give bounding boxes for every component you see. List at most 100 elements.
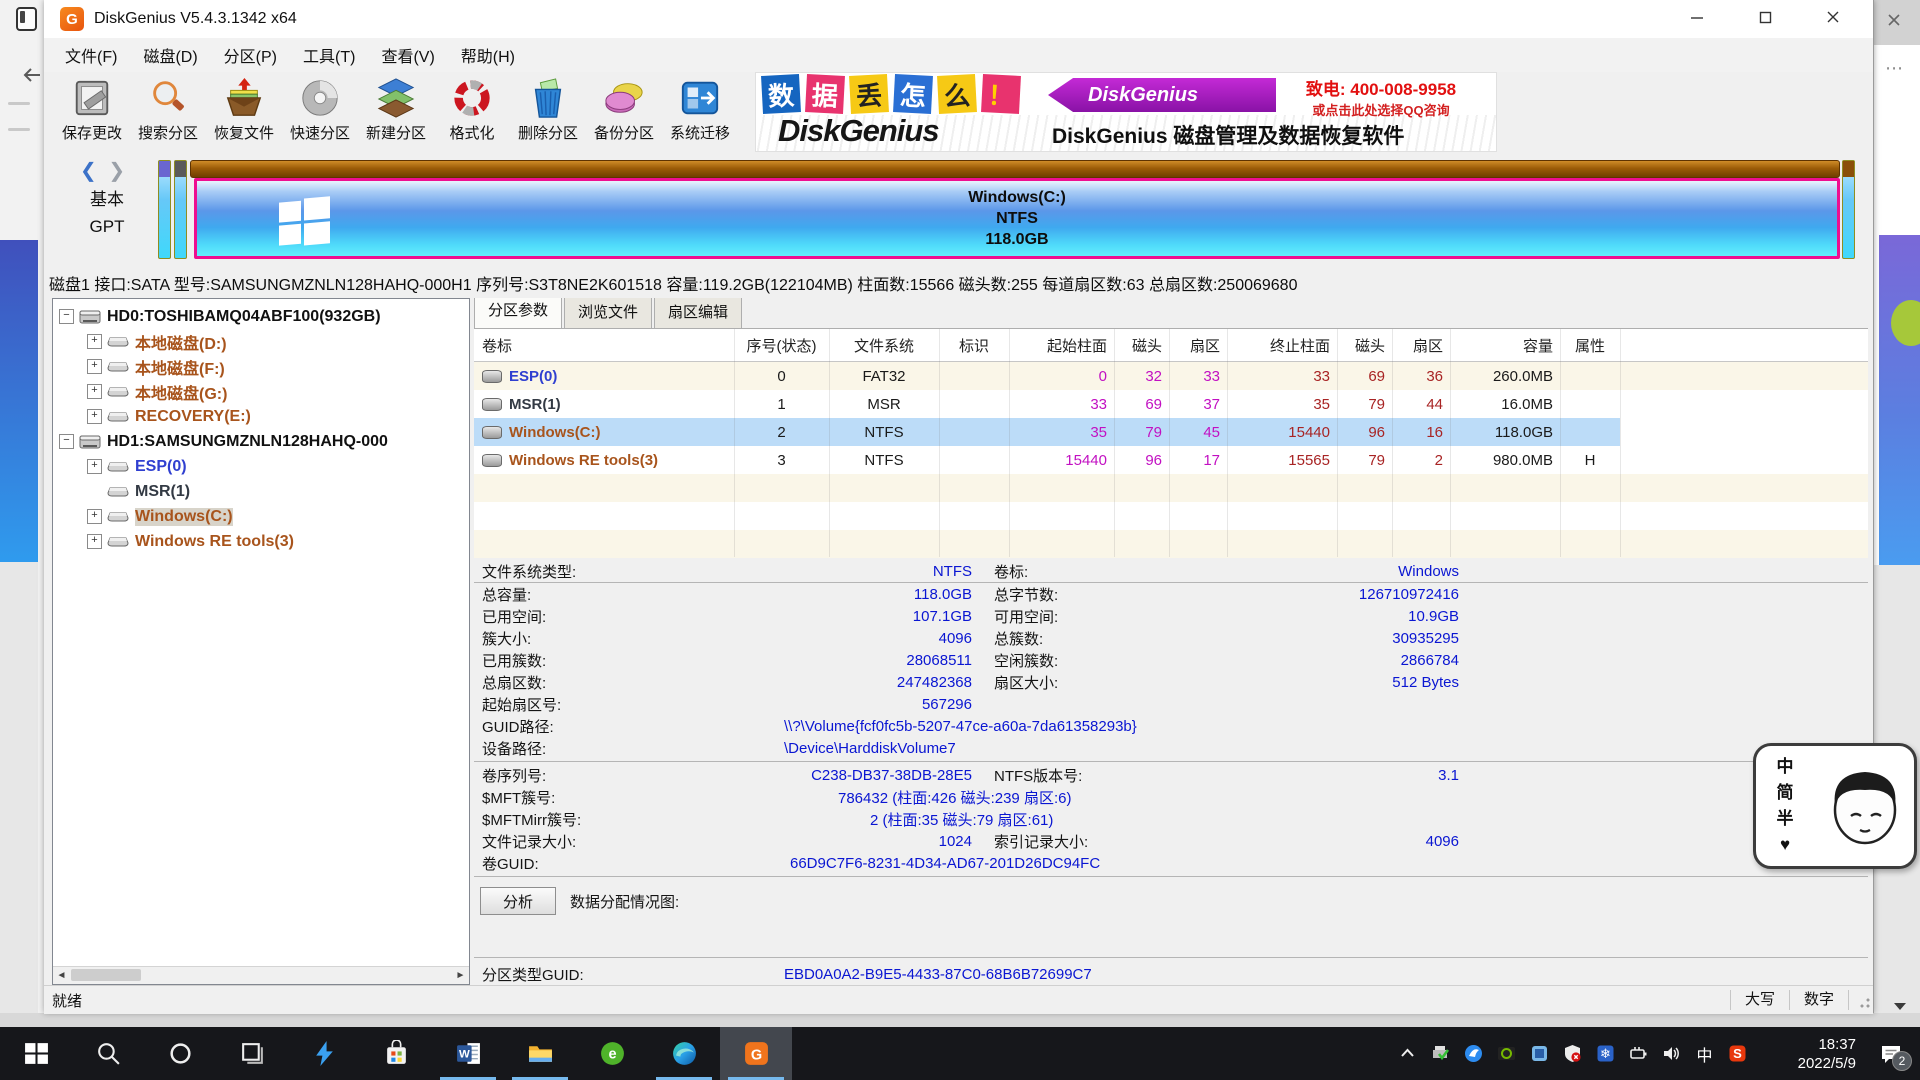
tree-item[interactable]: MSR(1) — [53, 479, 469, 504]
flash-app-button[interactable] — [288, 1027, 360, 1080]
column-header[interactable]: 文件系统 — [829, 335, 939, 356]
diskgenius-taskbar-button[interactable]: G — [720, 1027, 792, 1080]
recover-files-button[interactable]: 恢复文件 — [206, 75, 282, 149]
column-header[interactable]: 属性 — [1560, 335, 1620, 356]
tree-item[interactable]: 本地磁盘(G:) — [53, 379, 469, 404]
table-row[interactable]: Windows(C:) 2 NTFS 35 79 45 15440 96 16 … — [474, 418, 1868, 446]
ime-floating-widget[interactable]: 中简半♥ — [1753, 743, 1917, 869]
disk-bar[interactable] — [190, 160, 1840, 178]
expander-icon[interactable] — [87, 409, 102, 424]
table-row[interactable]: Windows RE tools(3) 3 NTFS 15440 96 17 1… — [474, 446, 1868, 474]
microsoft-store-button[interactable] — [360, 1027, 432, 1080]
maximize-button[interactable] — [1742, 0, 1788, 34]
minimize-button[interactable] — [1674, 0, 1720, 34]
column-header[interactable]: 容量 — [1450, 335, 1560, 356]
column-header[interactable]: 卷标 — [474, 335, 734, 356]
sogou-icon[interactable]: S — [1721, 1027, 1754, 1080]
expander-icon[interactable] — [87, 384, 102, 399]
tab[interactable]: 扇区编辑 — [654, 298, 742, 328]
chevron-down-icon[interactable] — [1894, 1003, 1906, 1010]
messenger-icon[interactable] — [1457, 1027, 1490, 1080]
tree-item[interactable]: Windows(C:) — [53, 504, 469, 529]
column-header[interactable]: 扇区 — [1169, 335, 1227, 356]
task-view-button[interactable] — [216, 1027, 288, 1080]
menu-item[interactable]: 磁盘(D) — [130, 39, 210, 71]
expander-icon[interactable] — [87, 359, 102, 374]
green-browser-button[interactable]: e — [576, 1027, 648, 1080]
tree-item[interactable]: HD0:TOSHIBAMQ04ABF100(932GB) — [53, 304, 469, 329]
scroll-right-icon[interactable]: ► — [452, 967, 469, 983]
new-partition-button[interactable]: 新建分区 — [358, 75, 434, 149]
quick-partition-button[interactable]: 快速分区 — [282, 75, 358, 149]
snowflake-icon[interactable]: ❄ — [1589, 1027, 1622, 1080]
search-partition-button[interactable]: 搜索分区 — [130, 75, 206, 149]
expander-icon[interactable] — [59, 434, 74, 449]
next-disk-icon[interactable]: ❯ — [108, 160, 125, 182]
expander-icon[interactable] — [87, 459, 102, 474]
action-center-button[interactable]: 2 — [1862, 1027, 1920, 1080]
column-header[interactable]: 序号(状态) — [734, 335, 829, 356]
table-row[interactable]: ESP(0) 0 FAT32 0 32 33 33 69 36 260.0MB — [474, 362, 1868, 390]
tab[interactable]: 分区参数 — [474, 298, 562, 328]
menu-item[interactable]: 帮助(H) — [448, 39, 528, 71]
format-button[interactable]: 格式化 — [434, 75, 510, 149]
start-button[interactable] — [0, 1027, 72, 1080]
taskbar-clock[interactable]: 18:37 2022/5/9 — [1760, 1035, 1856, 1073]
analyze-button[interactable]: 分析 — [480, 887, 556, 915]
tree-item[interactable]: HD1:SAMSUNGMZNLN128HAHQ-000 — [53, 429, 469, 454]
horizontal-scrollbar[interactable]: ◄ ► — [53, 966, 469, 984]
column-header[interactable]: 磁头 — [1114, 335, 1169, 356]
ad-banner[interactable]: DiskGenius DiskGenius 磁盘管理及数据恢复软件 数据丢怎么！… — [755, 72, 1497, 152]
column-header[interactable]: 磁头 — [1337, 335, 1392, 356]
column-header[interactable]: 起始柱面 — [1009, 335, 1114, 356]
tree-item[interactable]: 本地磁盘(D:) — [53, 329, 469, 354]
windows-partition-segment[interactable]: Windows(C:) NTFS 118.0GB — [194, 178, 1840, 259]
column-header[interactable]: 终止柱面 — [1227, 335, 1337, 356]
tray-chevron-up-icon[interactable] — [1391, 1027, 1424, 1080]
intel-graphics-icon[interactable] — [1523, 1027, 1556, 1080]
expander-icon[interactable] — [59, 309, 74, 324]
ad-qq-link[interactable]: 或点击此处选择QQ咨询 — [1270, 100, 1492, 119]
back-arrow-icon[interactable] — [22, 66, 42, 89]
scroll-left-icon[interactable]: ◄ — [53, 967, 70, 983]
browser-tab-icon[interactable] — [16, 7, 37, 31]
menu-item[interactable]: 查看(V) — [368, 39, 447, 71]
tree-item[interactable]: RECOVERY(E:) — [53, 404, 469, 429]
prev-disk-icon[interactable]: ❮ — [80, 160, 97, 182]
recovery-partition-segment[interactable] — [1842, 160, 1855, 259]
ime-indicator[interactable]: 中 — [1688, 1027, 1721, 1080]
taskbar-search-button[interactable] — [72, 1027, 144, 1080]
power-battery-icon[interactable] — [1622, 1027, 1655, 1080]
tree-item[interactable]: ESP(0) — [53, 454, 469, 479]
tree-item[interactable]: Windows RE tools(3) — [53, 529, 469, 554]
column-header[interactable]: 标识 — [939, 335, 1009, 356]
save-changes-button[interactable]: 保存更改 — [54, 75, 130, 149]
tab[interactable]: 浏览文件 — [564, 298, 652, 328]
close-button[interactable] — [1810, 0, 1856, 34]
expander-icon[interactable] — [87, 334, 102, 349]
menu-item[interactable]: 工具(T) — [290, 39, 368, 71]
word-button[interactable]: W — [432, 1027, 504, 1080]
background-close-icon[interactable] — [1887, 13, 1901, 27]
printer-icon[interactable] — [1424, 1027, 1457, 1080]
resize-grip[interactable] — [1848, 990, 1873, 1010]
tree-item[interactable]: 本地磁盘(F:) — [53, 354, 469, 379]
file-explorer-button[interactable] — [504, 1027, 576, 1080]
edge-button[interactable] — [648, 1027, 720, 1080]
esp-partition-segment[interactable] — [158, 160, 171, 259]
scrollbar-thumb[interactable] — [71, 969, 141, 981]
volume-icon[interactable] — [1655, 1027, 1688, 1080]
ellipsis-icon[interactable]: ⋯ — [1885, 58, 1903, 79]
table-row[interactable]: MSR(1) 1 MSR 33 69 37 35 79 44 16.0MB — [474, 390, 1868, 418]
expander-icon[interactable] — [87, 534, 102, 549]
menu-item[interactable]: 分区(P) — [211, 39, 290, 71]
cortana-button[interactable] — [144, 1027, 216, 1080]
delete-partition-button[interactable]: 删除分区 — [510, 75, 586, 149]
menu-item[interactable]: 文件(F) — [52, 39, 130, 71]
column-header[interactable]: 扇区 — [1392, 335, 1450, 356]
system-migration-button[interactable]: 系统迁移 — [662, 75, 738, 149]
msr-partition-segment[interactable] — [174, 160, 187, 259]
nvidia-icon[interactable] — [1490, 1027, 1523, 1080]
expander-icon[interactable] — [87, 509, 102, 524]
security-shield-icon[interactable] — [1556, 1027, 1589, 1080]
